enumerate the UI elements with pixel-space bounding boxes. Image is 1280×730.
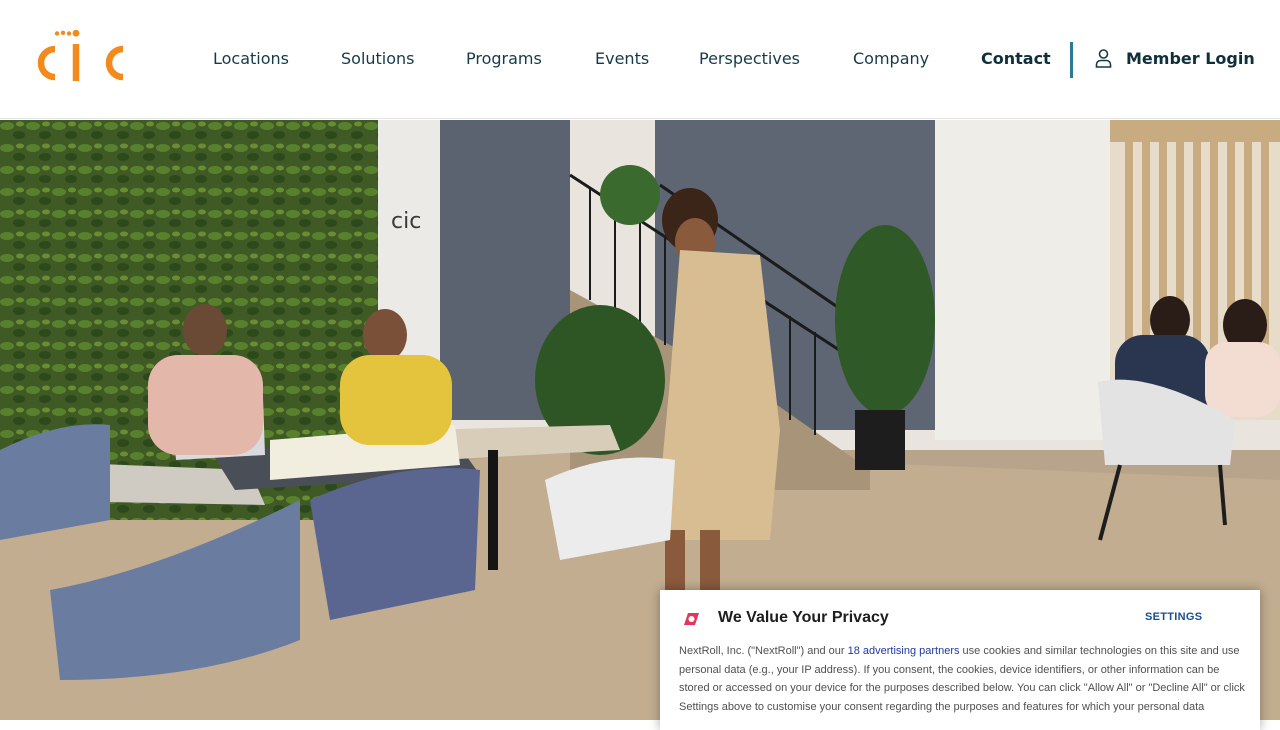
member-login-label: Member Login bbox=[1126, 49, 1255, 68]
nav-contact[interactable]: Contact bbox=[981, 49, 1051, 68]
site-header: Locations Solutions Programs Events Pers… bbox=[0, 0, 1280, 119]
nav-programs[interactable]: Programs bbox=[466, 49, 542, 68]
cookie-consent-banner: We Value Your Privacy SETTINGS NextRoll,… bbox=[660, 590, 1260, 730]
svg-text:cic: cic bbox=[391, 209, 421, 234]
cookie-banner-title: We Value Your Privacy bbox=[718, 609, 889, 626]
user-icon bbox=[1095, 49, 1112, 68]
cookie-settings-button[interactable]: SETTINGS bbox=[1145, 611, 1202, 623]
nav-events[interactable]: Events bbox=[595, 49, 649, 68]
nav-locations[interactable]: Locations bbox=[213, 49, 289, 68]
cookie-banner-text: NextRoll, Inc. ("NextRoll") and our 18 a… bbox=[679, 642, 1245, 716]
cookie-text-before-link: NextRoll, Inc. ("NextRoll") and our bbox=[679, 645, 848, 657]
nav-solutions[interactable]: Solutions bbox=[341, 49, 415, 68]
nav-divider bbox=[1070, 42, 1073, 78]
nav-company[interactable]: Company bbox=[853, 49, 929, 68]
member-login-link[interactable]: Member Login bbox=[1095, 49, 1255, 68]
main-nav: Locations Solutions Programs Events Pers… bbox=[0, 0, 1280, 119]
nextroll-icon bbox=[684, 613, 699, 625]
advertising-partners-link[interactable]: 18 advertising partners bbox=[848, 645, 960, 657]
nav-perspectives[interactable]: Perspectives bbox=[699, 49, 800, 68]
